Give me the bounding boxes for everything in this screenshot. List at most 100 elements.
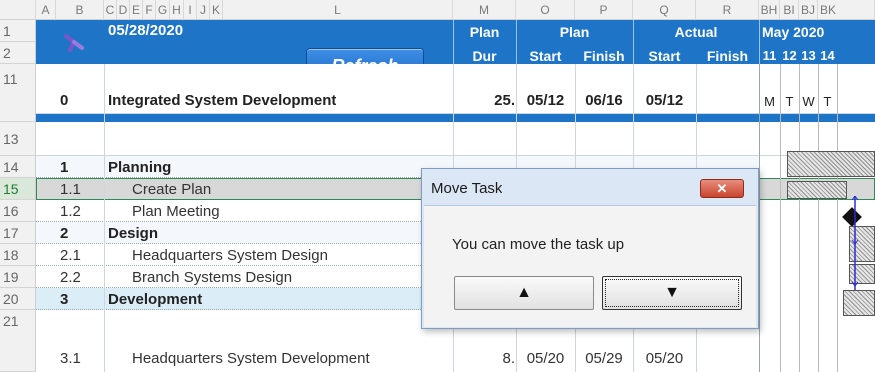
header-divider: [453, 20, 454, 64]
grid-line: [759, 64, 760, 372]
wbs-cell: 2: [60, 225, 69, 242]
dialog-close-button[interactable]: ✕: [700, 179, 744, 198]
row-header-20[interactable]: 20: [0, 288, 36, 310]
col-header-d[interactable]: D: [117, 0, 130, 20]
actual-group-label: Actual: [674, 24, 718, 40]
grid-line: [780, 64, 781, 372]
task-name-cell: Headquarters System Development: [132, 350, 370, 367]
wbs-cell: 1.2: [60, 203, 81, 220]
row-bg-13: [36, 122, 875, 156]
col-header-c[interactable]: C: [104, 0, 117, 20]
status-date: 05/28/2020: [108, 22, 184, 39]
move-up-button[interactable]: ▲: [454, 276, 594, 310]
task-name-cell: Design: [108, 225, 159, 242]
plan-dur-label-2: Dur: [472, 48, 497, 64]
col-header-r[interactable]: R: [696, 0, 759, 20]
gantt-weekday-t: T: [785, 94, 794, 109]
col-header-o[interactable]: O: [516, 0, 575, 20]
col-header-b[interactable]: B: [56, 0, 104, 20]
task-name-cell: Headquarters System Design: [132, 247, 328, 264]
actual-start-cell: 05/12: [645, 92, 684, 109]
gantt-bar-planning[interactable]: [787, 151, 875, 177]
plan-finish-cell: 06/16: [585, 92, 623, 109]
gantt-day-14: 14: [820, 48, 835, 63]
col-header-bh[interactable]: BH: [759, 0, 780, 20]
row-header-19[interactable]: 19: [0, 266, 36, 288]
row-header-21[interactable]: 21: [0, 310, 36, 372]
gantt-weekday-m: M: [764, 94, 775, 109]
row-header-2[interactable]: 2: [0, 42, 36, 64]
task-name-cell: Branch Systems Design: [132, 269, 293, 286]
wbs-cell: 2.2: [60, 269, 81, 286]
header-divider: [516, 20, 517, 64]
actual-finish-label: Finish: [706, 48, 749, 64]
gantt-month-label: May 2020: [762, 24, 825, 40]
plan-dur-label-1: Plan: [469, 24, 500, 40]
wbs-cell: 3: [60, 291, 69, 308]
col-header-g[interactable]: G: [156, 0, 170, 20]
gantt-day-13: 13: [801, 48, 816, 63]
gantt-bar-create-plan[interactable]: [787, 181, 847, 199]
plan-dur-cell: 25.: [494, 92, 515, 109]
task-name-cell: Create Plan: [132, 181, 212, 198]
col-header-e[interactable]: E: [130, 0, 143, 20]
move-down-button[interactable]: ▼: [602, 276, 742, 310]
wbs-cell: 0: [60, 92, 69, 109]
col-header-m[interactable]: M: [453, 0, 516, 20]
header-divider: [633, 20, 634, 64]
row-header-11[interactable]: 11: [0, 64, 36, 122]
gantt-bar-development[interactable]: [843, 290, 875, 316]
plan-start-label: Start: [529, 48, 562, 64]
wbs-cell: 1.1: [60, 181, 81, 198]
grid-line: [104, 64, 105, 372]
col-header-j[interactable]: J: [197, 0, 210, 20]
col-header-i[interactable]: I: [184, 0, 197, 20]
grid-line: [837, 64, 838, 372]
dependency-arrow-icon: [850, 195, 860, 290]
col-header-bj[interactable]: BJ: [799, 0, 818, 20]
corner-select-all[interactable]: [0, 0, 36, 20]
col-header-p[interactable]: P: [575, 0, 633, 20]
grid-line: [799, 64, 800, 372]
header-divider: [759, 20, 760, 64]
col-header-q[interactable]: Q: [633, 0, 696, 20]
gantt-weekday-t2: T: [823, 94, 832, 109]
row-header-14[interactable]: 14: [0, 156, 36, 178]
plan-dur-cell: 8.: [502, 350, 515, 367]
gantt-weekday-w: W: [802, 94, 815, 109]
row-header-13[interactable]: 13: [0, 122, 36, 156]
col-header-h[interactable]: H: [170, 0, 184, 20]
col-header-k[interactable]: K: [210, 0, 223, 20]
task-name-cell: Plan Meeting: [132, 203, 220, 220]
col-header-bk[interactable]: BK: [818, 0, 875, 20]
plan-finish-cell: 05/29: [585, 350, 623, 367]
actual-start-label: Start: [648, 48, 681, 64]
dialog-body: You can move the task up ▲ ▼: [424, 205, 756, 327]
task-name-cell: Planning: [108, 159, 172, 176]
col-header-a[interactable]: A: [36, 0, 56, 20]
wbs-cell: 1: [60, 159, 69, 176]
plan-finish-label: Finish: [583, 48, 625, 64]
move-task-dialog: Move Task ✕ You can move the task up ▲ ▼: [421, 168, 759, 329]
dialog-message: You can move the task up: [452, 236, 625, 253]
row-header-15[interactable]: 15: [0, 178, 36, 200]
col-header-bi[interactable]: BI: [780, 0, 799, 20]
app-logo-icon: [62, 30, 88, 54]
task-name-cell: Development: [108, 291, 203, 308]
blue-separator: [36, 114, 875, 122]
plan-group-label: Plan: [559, 24, 590, 40]
task-name-cell: Integrated System Development: [108, 92, 337, 109]
row-header-1[interactable]: 1: [0, 20, 36, 42]
plan-start-cell: 05/20: [526, 350, 565, 367]
col-header-f[interactable]: F: [143, 0, 156, 20]
row-header-18[interactable]: 18: [0, 244, 36, 266]
wbs-cell: 2.1: [60, 247, 81, 264]
row-header-16[interactable]: 16: [0, 200, 36, 222]
grid-line: [818, 64, 819, 372]
col-header-l[interactable]: L: [223, 0, 453, 20]
dialog-title: Move Task: [431, 180, 503, 197]
wbs-cell: 3.1: [60, 350, 81, 367]
row-header-17[interactable]: 17: [0, 222, 36, 244]
plan-start-cell: 05/12: [526, 92, 565, 109]
gantt-day-12: 12: [782, 48, 797, 63]
